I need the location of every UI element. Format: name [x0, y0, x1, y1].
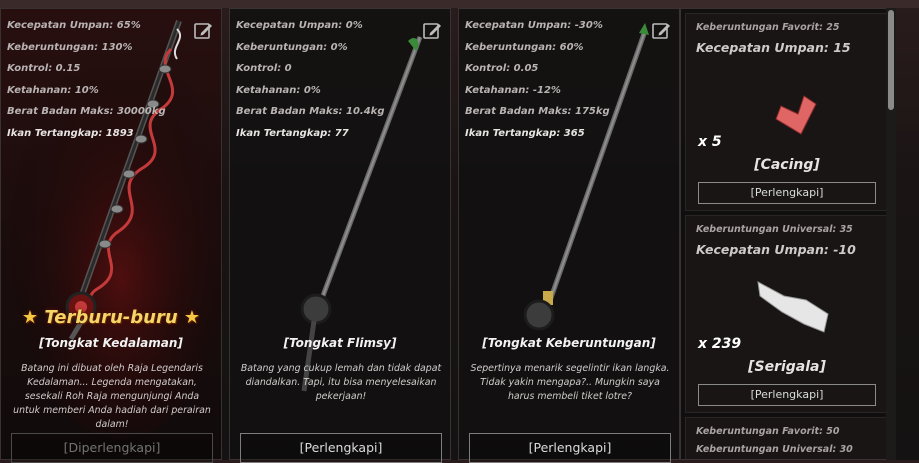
- edit-icon[interactable]: [651, 21, 671, 41]
- equip-button[interactable]: [Perlengkapi]: [469, 433, 671, 463]
- top-bar: [0, 0, 919, 8]
- edit-icon[interactable]: [193, 21, 213, 41]
- stat-luck: Keberuntungan: 60%: [465, 41, 584, 53]
- stat-max-weight: Berat Badan Maks: 30000kg: [7, 106, 166, 117]
- bait-card-wolf: Keberuntungan Universal: 35 Kecepatan Um…: [685, 215, 889, 413]
- bait-equip-button[interactable]: [Perlengkapi]: [698, 384, 876, 406]
- enchant-label: Terburu-buru: [44, 307, 178, 328]
- stat-luck: Keberuntungan: 0%: [236, 41, 348, 53]
- rod-stats: Kecepatan Umpan: -30% Keberuntungan: 60%…: [465, 15, 610, 144]
- stat-luck: Keberuntungan: 130%: [7, 41, 133, 53]
- bait-card-worm: Keberuntungan Favorit: 25 Kecepatan Umpa…: [685, 13, 889, 211]
- rod-name: [Tongkat Kedalaman]: [39, 336, 183, 350]
- equipped-button[interactable]: [Diperlengkapi]: [11, 433, 213, 463]
- stat-resilience: Ketahanan: 0%: [236, 84, 321, 96]
- bait-stat: Keberuntungan Favorit: 50: [696, 426, 840, 437]
- bait-inventory[interactable]: Keberuntungan Favorit: 25 Kecepatan Umpa…: [680, 8, 894, 460]
- worm-bait-icon: [775, 95, 817, 135]
- rod-stats: Kecepatan Umpan: 0% Keberuntungan: 0% Ko…: [236, 15, 385, 144]
- stat-max-weight: Berat Badan Maks: 175kg: [465, 106, 610, 117]
- scrollbar-thumb[interactable]: [888, 10, 894, 110]
- rod-name: [Tongkat Flimsy]: [283, 336, 397, 350]
- bait-name: [Cacing]: [754, 157, 820, 173]
- stat-lure-speed: Kecepatan Umpan: -30%: [465, 20, 603, 31]
- stat-lure-speed: Kecepatan Umpan: 0%: [236, 20, 363, 31]
- bait-stat: Keberuntungan Universal: 30: [696, 444, 853, 455]
- star-icon: ★: [183, 307, 201, 328]
- rod-description: Sepertinya menarik segelintir ikan langk…: [470, 363, 670, 402]
- stat-lure-speed: Kecepatan Umpan: 65%: [7, 20, 141, 31]
- rod-description: Batang yang cukup lemah dan tidak dapat …: [240, 363, 442, 402]
- edit-icon[interactable]: [422, 21, 442, 41]
- stat-max-weight: Berat Badan Maks: 10.4kg: [236, 106, 385, 117]
- rod-card-depths: Kecepatan Umpan: 65% Keberuntungan: 130%…: [0, 8, 223, 463]
- stat-control: Kontrol: 0.05: [465, 63, 539, 74]
- star-icon: ★: [21, 307, 39, 328]
- rod-stats: Kecepatan Umpan: 65% Keberuntungan: 130%…: [7, 15, 166, 144]
- rod-description: Batang ini dibuat oleh Raja Legendaris K…: [13, 363, 211, 430]
- bait-equip-button[interactable]: [Perlengkapi]: [698, 182, 876, 204]
- rod-card-flimsy: Kecepatan Umpan: 0% Keberuntungan: 0% Ko…: [229, 8, 451, 463]
- stat-resilience: Ketahanan: -12%: [465, 84, 561, 96]
- stat-resilience: Ketahanan: 10%: [7, 84, 99, 96]
- enchant-badge: ★ Terburu-buru ★: [1, 307, 221, 328]
- bait-name: [Serigala]: [748, 359, 826, 375]
- stat-fish-caught: Ikan Tertangkap: 1893: [7, 127, 134, 139]
- bait-quantity: x 5: [698, 134, 722, 150]
- wolf-bait-icon: [757, 281, 829, 333]
- stat-control: Kontrol: 0: [236, 63, 292, 74]
- equip-button[interactable]: [Perlengkapi]: [240, 433, 442, 463]
- stat-fish-caught: Ikan Tertangkap: 77: [236, 127, 349, 139]
- rod-name: [Tongkat Keberuntungan]: [482, 336, 656, 350]
- stat-control: Kontrol: 0.15: [7, 63, 81, 74]
- stat-fish-caught: Ikan Tertangkap: 365: [465, 127, 585, 139]
- rod-card-lucky: Kecepatan Umpan: -30% Keberuntungan: 60%…: [458, 8, 680, 463]
- bait-card-partial: Keberuntungan Favorit: 50 Keberuntungan …: [685, 417, 889, 459]
- bait-quantity: x 239: [698, 336, 742, 352]
